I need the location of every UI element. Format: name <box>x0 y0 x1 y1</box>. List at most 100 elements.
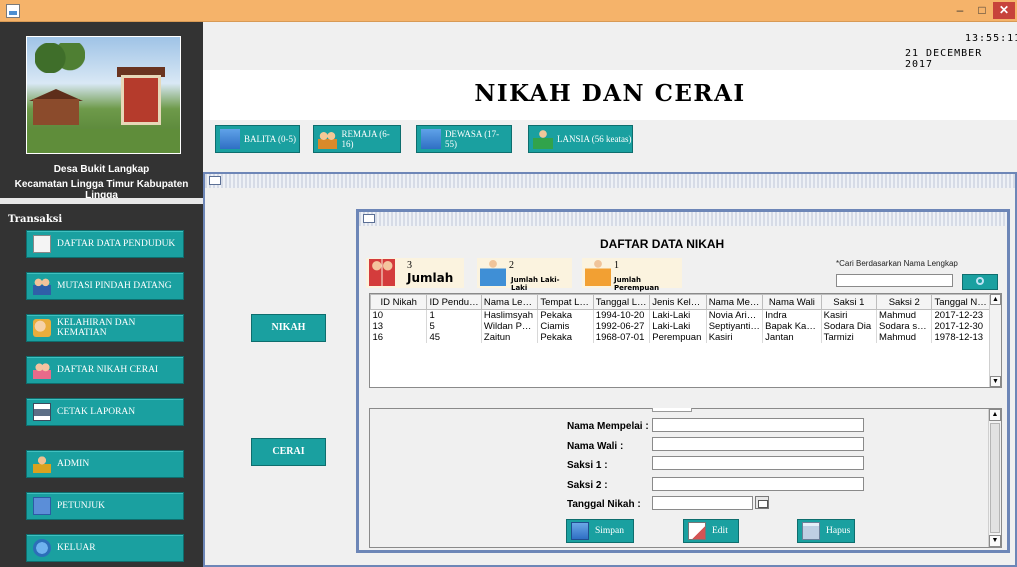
sidebar-item-daftar-data-penduduk[interactable]: DAFTAR DATA PENDUDUK <box>26 230 184 258</box>
column-header[interactable]: Tempat Lahir <box>537 294 594 310</box>
tanggal-nikah-label: Tanggal Nikah : <box>567 499 641 510</box>
help-icon <box>33 497 51 515</box>
column-header[interactable]: Nama Mem... <box>705 294 764 310</box>
table-cell: 45 <box>426 332 482 343</box>
balita-button[interactable]: BALITA (0-5) <box>215 125 300 153</box>
lansia-button[interactable]: LANSIA (56 keatas) <box>528 125 633 153</box>
edit-button[interactable]: Edit <box>683 519 739 543</box>
table-scrollbar[interactable]: ▲ ▼ <box>989 294 1001 387</box>
window-titlebar: – □ ✕ <box>0 0 1017 22</box>
lansia-label: LANSIA (56 keatas) <box>557 134 632 144</box>
saksi-2-label: Saksi 2 : <box>567 480 608 491</box>
elder-icon <box>533 129 553 149</box>
dewasa-label: DEWASA (17-55) <box>444 129 500 149</box>
sidebar-item-label: KELAHIRAN DAN KEMATIAN <box>57 318 136 338</box>
table-cell: Pekaka <box>537 332 594 343</box>
column-header[interactable]: ID Penduduk <box>426 294 482 310</box>
column-header[interactable]: Tanggal Ni... <box>931 294 990 310</box>
table-cell: Mahmud <box>876 309 933 321</box>
column-header[interactable]: Saksi 1 <box>820 294 878 310</box>
admin-icon <box>33 455 51 473</box>
table-cell: 16 <box>370 332 428 343</box>
scroll-up-icon[interactable]: ▲ <box>989 409 1001 421</box>
couple-icon <box>33 361 51 379</box>
saksi-1-field[interactable] <box>652 456 864 470</box>
saksi-2-field[interactable] <box>652 477 864 491</box>
sidebar: Desa Bukit Langkap Kecamatan Lingga Timu… <box>0 22 203 567</box>
column-header[interactable]: Tanggal La... <box>592 294 651 310</box>
sidebar-item-label: PETUNJUK <box>57 501 106 511</box>
table-cell: 1994-10-20 <box>593 309 651 321</box>
sidebar-item-label: CETAK LAPORAN <box>57 407 136 417</box>
inner-frame-titlebar[interactable] <box>359 212 1007 226</box>
column-header[interactable]: ID Nikah <box>370 294 428 310</box>
table-row[interactable]: 10 1 Haslimsyah Pekaka 1994-10-20 Laki-L… <box>370 309 990 321</box>
table-row[interactable]: 16 45 Zaitun Pekaka 1968-07-01 Perempuan… <box>370 332 990 343</box>
dewasa-button[interactable]: DEWASA (17-55) <box>416 125 512 153</box>
form-scrollbar[interactable]: ▲ ▼ <box>988 409 1001 547</box>
sidebar-item-daftar-nikah-cerai[interactable]: DAFTAR NIKAH CERAI <box>26 356 184 384</box>
table-cell: Wildan Par... <box>481 321 539 332</box>
column-header[interactable]: Saksi 2 <box>876 294 933 310</box>
outer-frame-titlebar[interactable] <box>205 174 1015 188</box>
table-cell: Sodara Dia <box>821 321 878 332</box>
table-cell: 2017-12-30 <box>931 321 990 332</box>
delete-button[interactable]: Hapus <box>797 519 855 543</box>
search-button[interactable] <box>962 274 998 290</box>
sidebar-item-keluar[interactable]: KELUAR <box>26 534 184 562</box>
column-header[interactable]: Jenis Kela... <box>649 294 707 310</box>
exit-icon <box>33 539 51 557</box>
sidebar-item-label: MUTASI PINDAH DATANG <box>57 281 172 291</box>
scroll-down-icon[interactable]: ▼ <box>990 376 1001 387</box>
marriage-table: ID Nikah ID Penduduk Nama Leng... Tempat… <box>369 293 1002 388</box>
stat-total-label: Jumlah <box>407 271 454 285</box>
table-cell: 13 <box>370 321 428 332</box>
scroll-up-icon[interactable]: ▲ <box>990 294 1001 305</box>
close-button[interactable]: ✕ <box>993 2 1015 19</box>
table-cell: Kasiri <box>821 309 878 321</box>
nikah-button[interactable]: NIKAH <box>251 314 326 342</box>
save-label: Simpan <box>595 526 625 536</box>
sidebar-item-petunjuk[interactable]: PETUNJUK <box>26 492 184 520</box>
table-row[interactable]: 13 5 Wildan Par... Ciamis 1992-06-27 Lak… <box>370 321 990 332</box>
table-cell: 1978-12-13 <box>931 332 990 343</box>
save-button[interactable]: Simpan <box>566 519 634 543</box>
sidebar-item-label: ADMIN <box>57 459 90 469</box>
stat-female-label: Jumlah Perempuan <box>614 276 660 292</box>
table-cell: Pekaka <box>537 309 594 321</box>
doc-icon <box>33 235 51 253</box>
sidebar-item-cetak-laporan[interactable]: CETAK LAPORAN <box>26 398 184 426</box>
sidebar-item-kelahiran-dan-kematian[interactable]: KELAHIRAN DAN KEMATIAN <box>26 314 184 342</box>
minimize-button[interactable]: – <box>949 2 971 19</box>
table-cell: Tarmizi <box>821 332 878 343</box>
scroll-down-icon[interactable]: ▼ <box>989 535 1001 547</box>
stat-total-value: 3 <box>407 260 412 271</box>
search-input[interactable] <box>836 274 953 287</box>
table-cell: Laki-Laki <box>649 309 707 321</box>
table-cell: Bapak Kan... <box>762 321 822 332</box>
table-cell: Ciamis <box>537 321 594 332</box>
nama-wali-field[interactable] <box>652 437 864 451</box>
column-header[interactable]: Nama Leng... <box>480 294 539 310</box>
maximize-button[interactable]: □ <box>971 2 993 19</box>
scroll-thumb[interactable] <box>990 423 1000 533</box>
column-header[interactable]: Nama Wali <box>762 294 822 310</box>
baby-icon <box>220 129 240 149</box>
stat-male-value: 2 <box>509 260 514 271</box>
form-stub <box>652 408 692 412</box>
nama-mempelai-field[interactable] <box>652 418 864 432</box>
sidebar-item-mutasi-pindah-datang[interactable]: MUTASI PINDAH DATANG <box>26 272 184 300</box>
nama-mempelai-label: Nama Mempelai : <box>567 421 649 432</box>
adult-icon <box>421 129 441 149</box>
remaja-button[interactable]: REMAJA (6-16) <box>313 125 401 153</box>
female-icon <box>585 259 611 286</box>
table-cell: Perempuan <box>649 332 707 343</box>
table-cell: 1968-07-01 <box>593 332 651 343</box>
page-title: NIKAH DAN CERAI <box>474 80 746 107</box>
frame-icon <box>363 214 375 223</box>
calendar-icon[interactable] <box>755 496 769 509</box>
sidebar-item-admin[interactable]: ADMIN <box>26 450 184 478</box>
cerai-button[interactable]: CERAI <box>251 438 326 466</box>
tanggal-nikah-field[interactable] <box>652 496 753 510</box>
baby-icon <box>33 319 51 337</box>
